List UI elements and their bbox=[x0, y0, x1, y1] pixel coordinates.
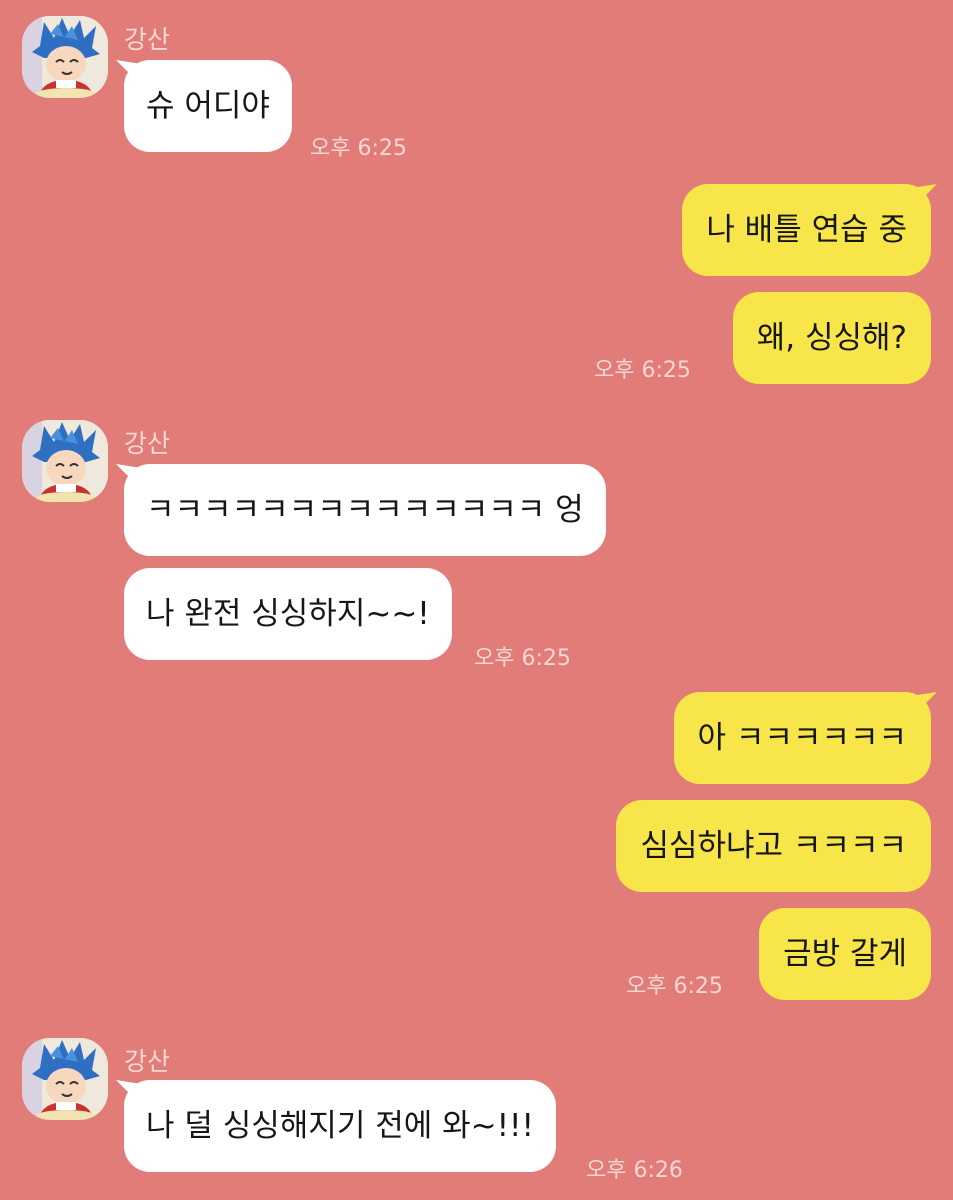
message-timestamp: 오후 6:25 bbox=[626, 974, 723, 999]
avatar[interactable] bbox=[22, 16, 108, 98]
message-bubble-outgoing[interactable]: 왜, 싱싱해? bbox=[732, 292, 931, 384]
avatar[interactable] bbox=[22, 1038, 108, 1120]
avatar-icon bbox=[22, 1038, 108, 1120]
message-timestamp: 오후 6:25 bbox=[594, 358, 691, 383]
message-bubble-outgoing[interactable]: 아 ㅋㅋㅋㅋㅋㅋ bbox=[673, 692, 931, 784]
message-bubble-incoming[interactable]: ㅋㅋㅋㅋㅋㅋㅋㅋㅋㅋㅋㅋㅋㅋ 엉 bbox=[124, 464, 606, 556]
avatar-icon bbox=[22, 420, 108, 502]
message-timestamp: 오후 6:25 bbox=[310, 136, 407, 161]
message-bubble-outgoing[interactable]: 금방 갈게 bbox=[759, 908, 931, 1000]
sender-name: 강산 bbox=[124, 429, 171, 458]
sender-name: 강산 bbox=[124, 25, 171, 54]
message-bubble-outgoing[interactable]: 심심하냐고 ㅋㅋㅋㅋ bbox=[616, 800, 931, 892]
message-timestamp: 오후 6:25 bbox=[474, 646, 571, 671]
message-bubble-incoming[interactable]: 슈 어디야 bbox=[124, 60, 292, 152]
avatar[interactable] bbox=[22, 420, 108, 502]
message-bubble-incoming[interactable]: 나 완전 싱싱하지~~! bbox=[124, 568, 452, 660]
sender-name: 강산 bbox=[124, 1047, 171, 1076]
message-timestamp: 오후 6:26 bbox=[586, 1158, 683, 1183]
message-bubble-incoming[interactable]: 나 덜 싱싱해지기 전에 와~!!! bbox=[124, 1080, 556, 1172]
avatar-icon bbox=[22, 16, 108, 98]
message-bubble-outgoing[interactable]: 나 배틀 연습 중 bbox=[682, 184, 931, 276]
